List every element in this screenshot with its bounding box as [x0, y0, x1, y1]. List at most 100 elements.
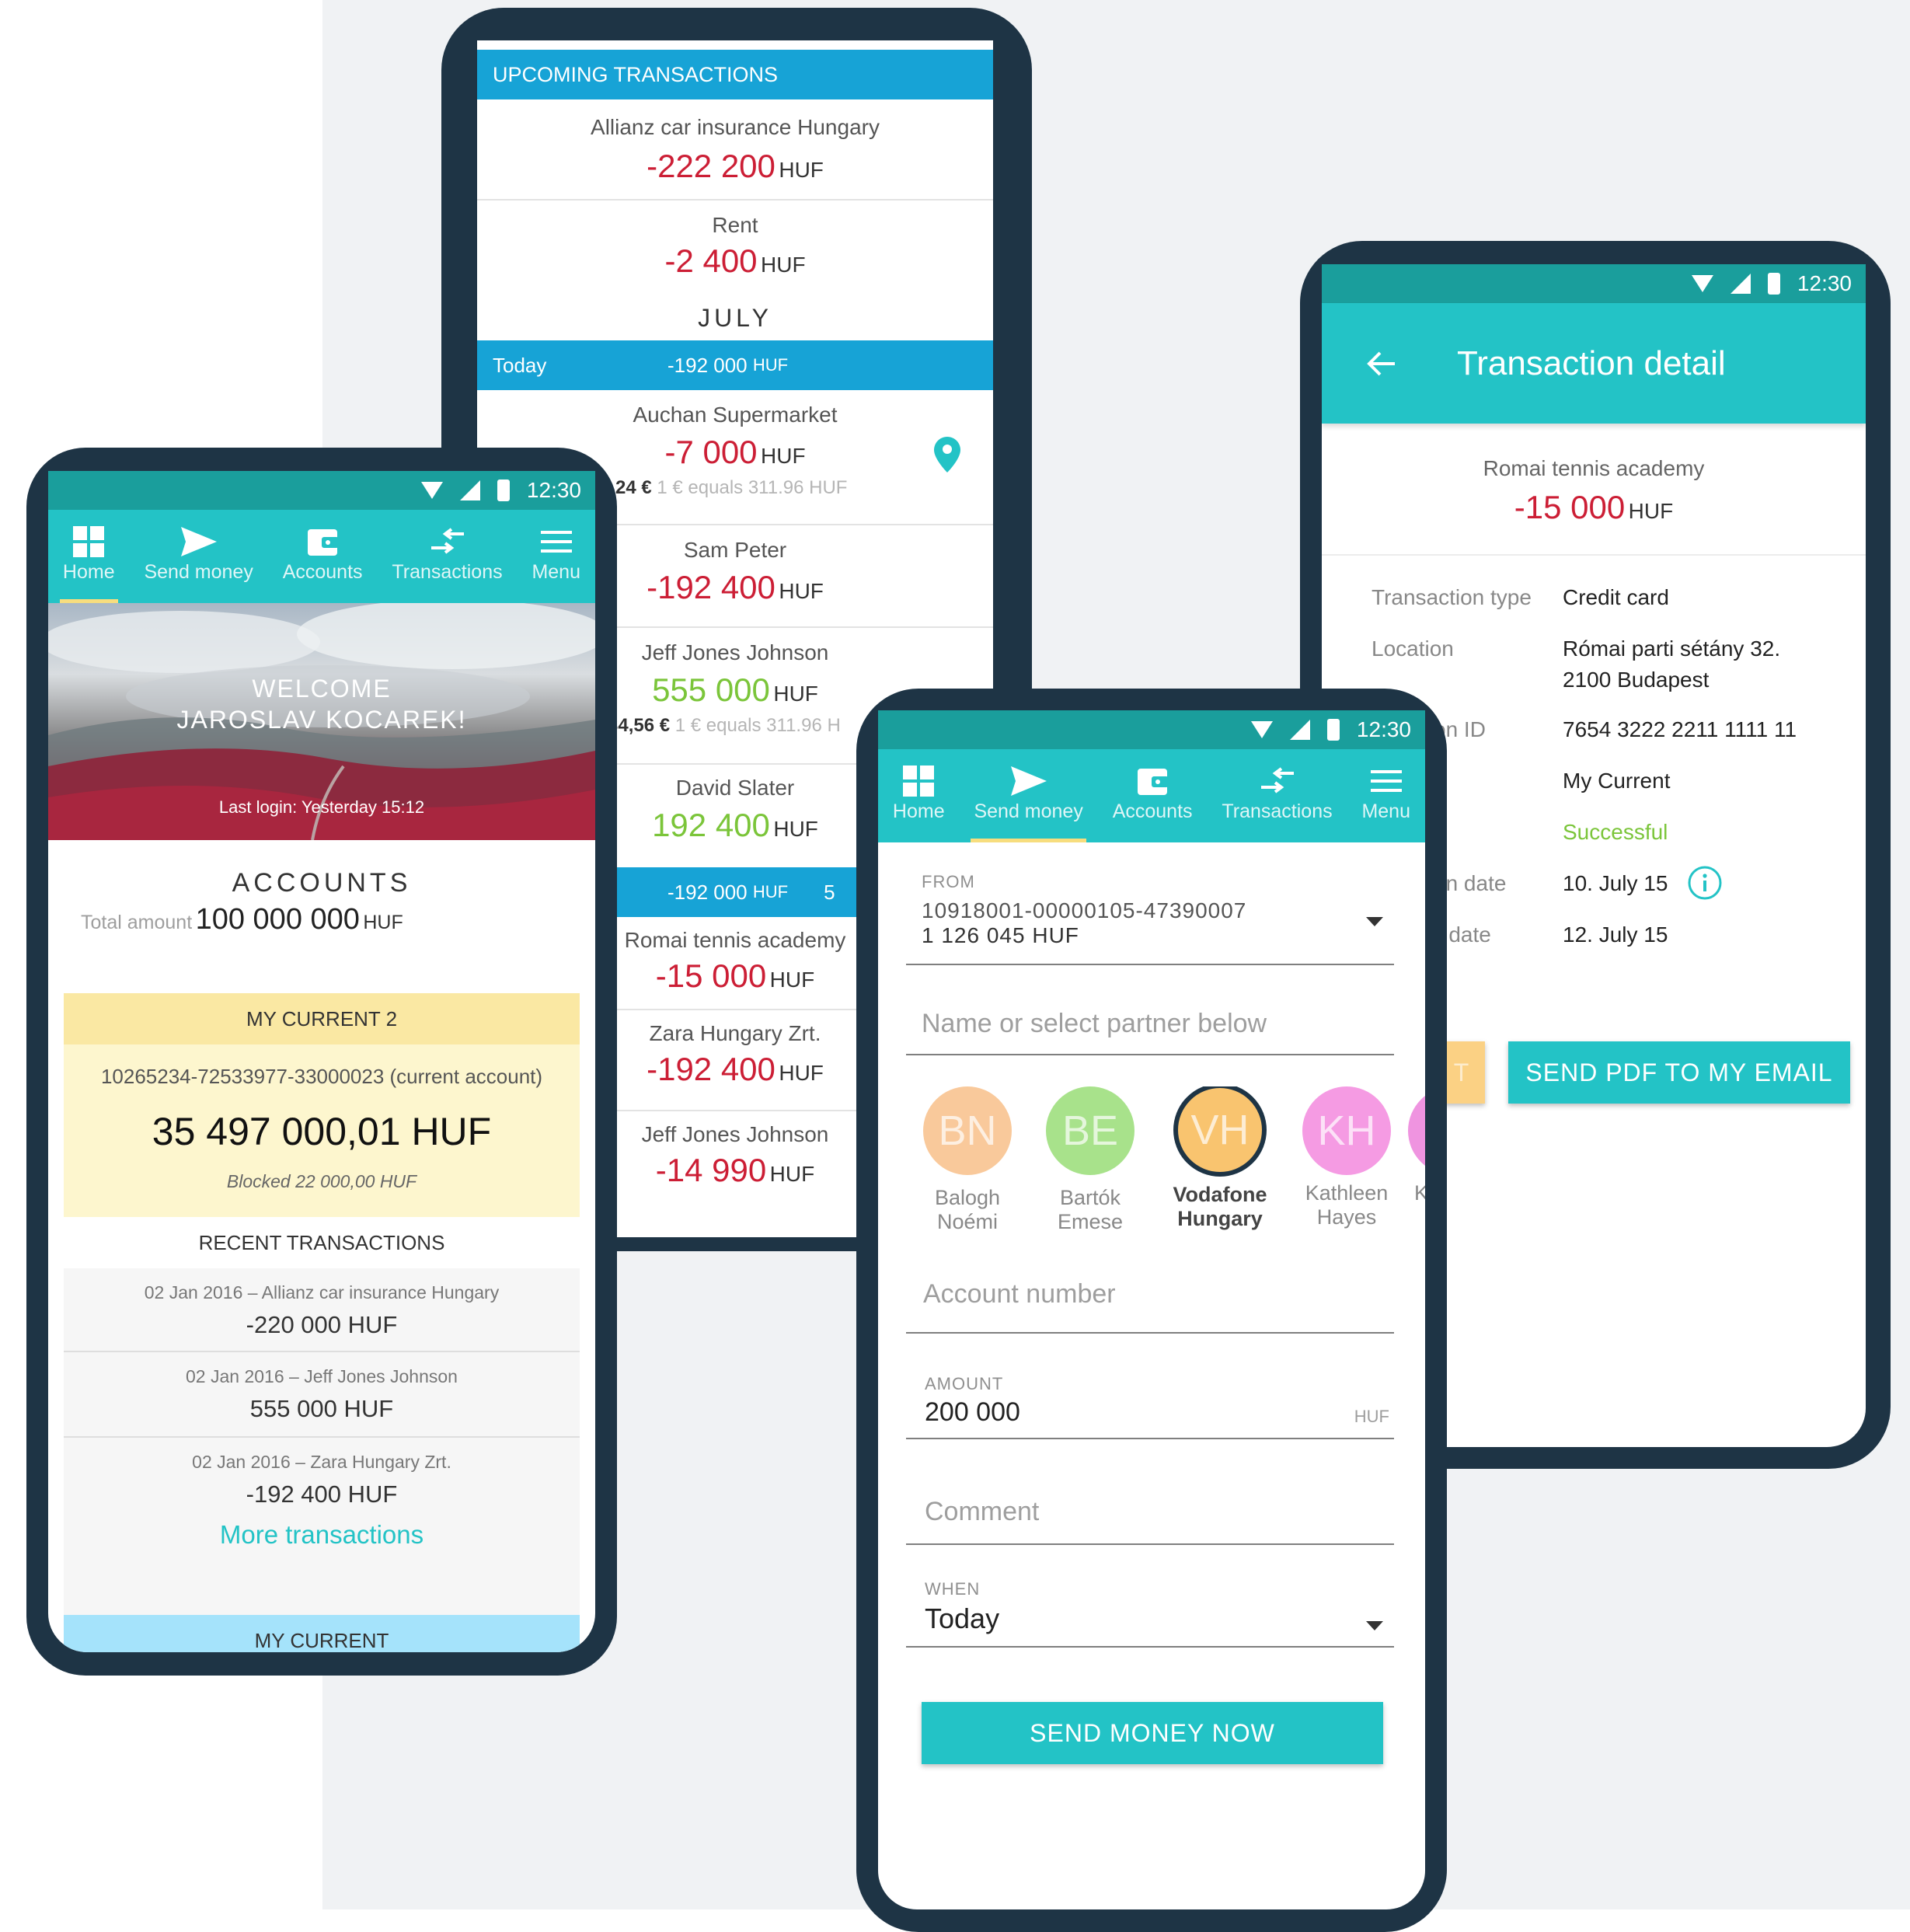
transaction-amount: -14 990 [655, 1152, 767, 1188]
today-label: Today [493, 353, 547, 377]
amount-input[interactable]: AMOUNT 200 000 HUF [906, 1374, 1394, 1439]
partner-item[interactable]: K [1408, 1086, 1425, 1205]
detail-app-bar: Transaction detail [1322, 303, 1866, 424]
today-currency: HUF [752, 355, 789, 375]
partner-last-name: Hungary [1177, 1207, 1263, 1230]
nav-transactions[interactable]: Transactions [389, 522, 505, 603]
signal-icon [459, 480, 480, 500]
day-right-value: 5 [824, 880, 835, 904]
today-amount: -192 000 [667, 353, 748, 377]
nav-label: Send money [974, 800, 1083, 822]
nav-label: Menu [1361, 800, 1410, 822]
nav-menu[interactable]: Menu [1358, 762, 1413, 842]
nav-menu[interactable]: Menu [528, 522, 584, 603]
account-card-header: MY CURRENT 2 [64, 993, 580, 1044]
send-money-now-button[interactable]: SEND MONEY NOW [922, 1702, 1383, 1764]
transaction-amount: -192 400 [647, 1051, 776, 1087]
nav-home[interactable]: Home [59, 522, 118, 603]
detail-currency: HUF [1628, 499, 1674, 523]
location-pin-icon[interactable] [934, 437, 960, 473]
nav-transactions[interactable]: Transactions [1218, 762, 1335, 842]
recent-transaction[interactable]: 02 Jan 2016 – Jeff Jones Johnson 555 000… [64, 1352, 580, 1438]
nav-accounts[interactable]: Accounts [280, 522, 366, 603]
last-login: Last login: Yesterday 15:12 [218, 797, 425, 817]
partner-initials: VH [1190, 1107, 1250, 1153]
nav-label: Home [892, 800, 945, 822]
nav-bar: Home Send money Accounts Transactions Me… [48, 510, 595, 603]
transaction-currency: HUF [769, 968, 815, 992]
nav-bar: Home Send money Accounts Transactions Me… [878, 749, 1425, 842]
comment-input[interactable]: Comment [906, 1497, 1394, 1545]
partner-item[interactable]: BE Bartók Emese [1040, 1086, 1141, 1234]
transfer-arrows-icon [1260, 767, 1294, 793]
send-pdf-button[interactable]: SEND PDF TO MY EMAIL [1508, 1041, 1850, 1104]
welcome-user: JAROSLAV KOCAREK! [176, 706, 467, 734]
back-arrow-icon[interactable] [1367, 350, 1396, 377]
upcoming-item[interactable]: Allianz car insurance Hungary -222 200 H… [477, 99, 993, 201]
partner-item-selected[interactable]: VH Vodafone Hungary [1158, 1086, 1282, 1231]
recent-meta: 02 Jan 2016 – Allianz car insurance Hung… [144, 1282, 500, 1303]
account-card-2-header[interactable]: MY CURRENT [64, 1615, 580, 1652]
partner-avatar: BE [1046, 1086, 1134, 1175]
more-transactions-link[interactable]: More transactions [64, 1520, 580, 1550]
battery-icon [497, 480, 510, 501]
status-time: 12:30 [1797, 271, 1852, 295]
recent-transaction[interactable]: 02 Jan 2016 – Zara Hungary Zrt. -192 400… [64, 1438, 580, 1515]
partner-avatar: KH [1302, 1086, 1391, 1175]
transaction-amount: 555 000 [652, 671, 770, 708]
phone-send-money: 12:30 Home Send money Accounts Transacti… [856, 689, 1447, 1932]
day-currency: HUF [752, 882, 789, 901]
status-bar: 12:30 [48, 471, 595, 510]
when-select[interactable]: WHEN Today [906, 1579, 1394, 1648]
account-card[interactable]: MY CURRENT 2 10265234-72533977-33000023 … [64, 993, 580, 1652]
account-number-input[interactable]: Account number [906, 1268, 1394, 1334]
partner-initials: KH [1317, 1107, 1376, 1154]
exchange-amount: 24 € [615, 477, 652, 498]
when-label: WHEN [925, 1579, 981, 1599]
upcoming-item-currency: HUF [779, 158, 824, 182]
nav-label: Home [62, 561, 115, 583]
nav-send-money[interactable]: Send money [971, 762, 1087, 842]
exchange-amount: 34,56 € [608, 715, 671, 736]
info-icon[interactable] [1687, 865, 1723, 901]
partner-input[interactable]: Name or select partner below [906, 996, 1394, 1055]
partner-avatar: BN [923, 1086, 1012, 1175]
welcome-text: WELCOME [252, 675, 392, 703]
nav-accounts[interactable]: Accounts [1110, 762, 1196, 842]
send-icon [180, 527, 217, 556]
transaction-amount: -7 000 [664, 434, 758, 470]
detail-row-value-line2: 2100 Budapest [1563, 668, 1710, 692]
detail-row-value: My Current [1563, 769, 1671, 793]
upcoming-item[interactable]: Rent -2 400 HUF [477, 201, 993, 295]
wallet-icon [308, 529, 340, 556]
recent-amount: -220 000 HUF [246, 1311, 398, 1338]
partner-item[interactable]: KH Kathleen Hayes [1288, 1086, 1405, 1229]
status-time: 12:30 [1356, 717, 1411, 741]
welcome-hero-image: WELCOME JAROSLAV KOCAREK! Last login: Ye… [48, 603, 595, 840]
detail-left-button-label: T [1453, 1058, 1470, 1086]
accounts-title: ACCOUNTS [232, 868, 412, 898]
wallet-icon [1138, 769, 1169, 795]
account-card-2-title: MY CURRENT [254, 1629, 389, 1652]
upcoming-item-currency: HUF [761, 253, 806, 277]
detail-summary: Romai tennis academy -15 000 HUF [1322, 424, 1866, 556]
detail-row-label: Transaction type [1372, 585, 1532, 609]
from-account-select[interactable]: FROM 10918001-00000105-47390007 1 126 04… [906, 866, 1394, 965]
partner-first-name: Kathleen [1305, 1181, 1389, 1205]
detail-row-value: 12. July 15 [1563, 922, 1668, 947]
partner-last-name: Hayes [1316, 1205, 1377, 1229]
battery-icon [1767, 273, 1780, 295]
detail-status-value: Successful [1563, 820, 1668, 844]
amount-currency: HUF [1354, 1407, 1389, 1426]
recent-meta: 02 Jan 2016 – Zara Hungary Zrt. [192, 1452, 451, 1472]
transfer-arrows-icon [430, 528, 464, 554]
send-pdf-button-label: SEND PDF TO MY EMAIL [1525, 1058, 1833, 1086]
nav-label: Accounts [1112, 800, 1193, 822]
partner-placeholder: Name or select partner below [922, 1009, 1267, 1038]
partner-item[interactable]: BN Balogh Noémi [917, 1086, 1018, 1234]
detail-row-label: Location [1372, 636, 1454, 661]
recent-transaction[interactable]: 02 Jan 2016 – Allianz car insurance Hung… [64, 1268, 580, 1352]
nav-send-money[interactable]: Send money [141, 522, 256, 603]
nav-home[interactable]: Home [890, 762, 948, 842]
account-balance: 35 497 000,01 HUF [152, 1110, 492, 1153]
